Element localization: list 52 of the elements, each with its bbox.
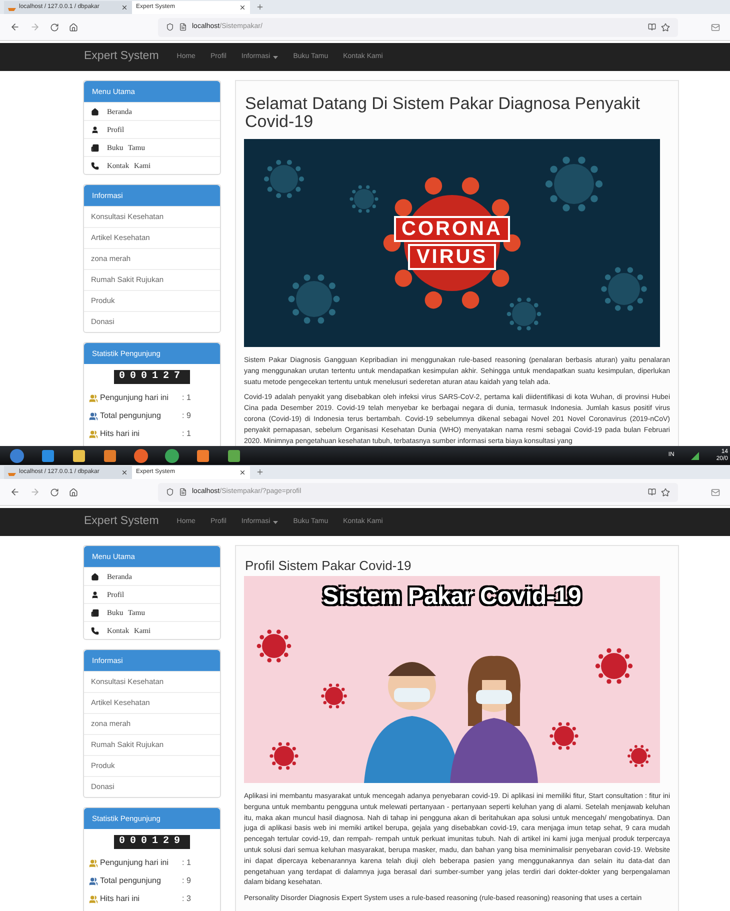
reader-icon[interactable] — [648, 488, 656, 496]
home-icon — [91, 572, 99, 580]
page-icon — [179, 23, 187, 31]
shield-icon — [166, 23, 174, 31]
phone-icon — [91, 162, 99, 170]
user-icon — [91, 126, 99, 134]
home-icon — [91, 108, 99, 116]
brand-link[interactable]: Expert System — [84, 513, 159, 531]
mail-icon[interactable] — [711, 488, 720, 496]
close-icon[interactable] — [239, 469, 246, 476]
shield-icon — [166, 488, 174, 496]
stat-value: : 9 — [182, 875, 191, 887]
stat-value: : 1 — [182, 857, 191, 869]
back-icon[interactable] — [10, 22, 20, 32]
stat-value: : 1 — [182, 392, 191, 404]
close-icon[interactable] — [121, 4, 128, 11]
reload-icon[interactable] — [50, 488, 59, 496]
stat-label: Hits hari ini — [100, 428, 141, 440]
close-icon[interactable] — [121, 469, 128, 476]
user-icon — [91, 590, 99, 598]
stat-label: Total pengunjung — [100, 875, 162, 887]
new-tab-icon[interactable] — [256, 468, 264, 476]
visitor-counter: 000129 — [114, 835, 190, 849]
star-icon[interactable] — [661, 488, 670, 496]
network-icon[interactable] — [691, 452, 700, 460]
brand-link[interactable]: Expert System — [84, 48, 159, 66]
stat-label: Hits hari ini — [100, 893, 141, 905]
banner-text: CORONA — [394, 216, 510, 242]
card-icon — [91, 144, 99, 152]
back-icon[interactable] — [10, 487, 20, 497]
stat-label: Total pengunjung — [100, 410, 162, 422]
stat-label: Pengunjung hari ini — [100, 392, 170, 404]
star-icon[interactable] — [661, 22, 670, 32]
stat-value: : 3 — [182, 893, 191, 905]
banner-text: Sistem Pakar Covid-19 — [322, 584, 582, 610]
card-icon — [91, 608, 99, 616]
new-tab-icon[interactable] — [256, 3, 264, 11]
phone-icon — [91, 626, 99, 634]
home-icon[interactable] — [69, 488, 78, 496]
reload-icon[interactable] — [50, 22, 59, 32]
page-icon — [179, 488, 187, 496]
page-title: Selamat Datang Di Sistem Pakar Diagnosa Penyakit Covid-19 — [244, 95, 641, 131]
reader-icon[interactable] — [648, 23, 656, 31]
close-icon[interactable] — [239, 4, 246, 11]
stat-label: Pengunjung hari ini — [100, 857, 170, 869]
visitor-counter: 000127 — [114, 370, 190, 384]
stat-value: : 9 — [182, 410, 191, 422]
home-icon[interactable] — [69, 22, 78, 32]
banner-text: VIRUS — [408, 244, 496, 270]
stat-value: : 1 — [182, 428, 191, 440]
mail-icon[interactable] — [711, 22, 720, 32]
page-title: Profil Sistem Pakar Covid-19 — [244, 558, 412, 574]
